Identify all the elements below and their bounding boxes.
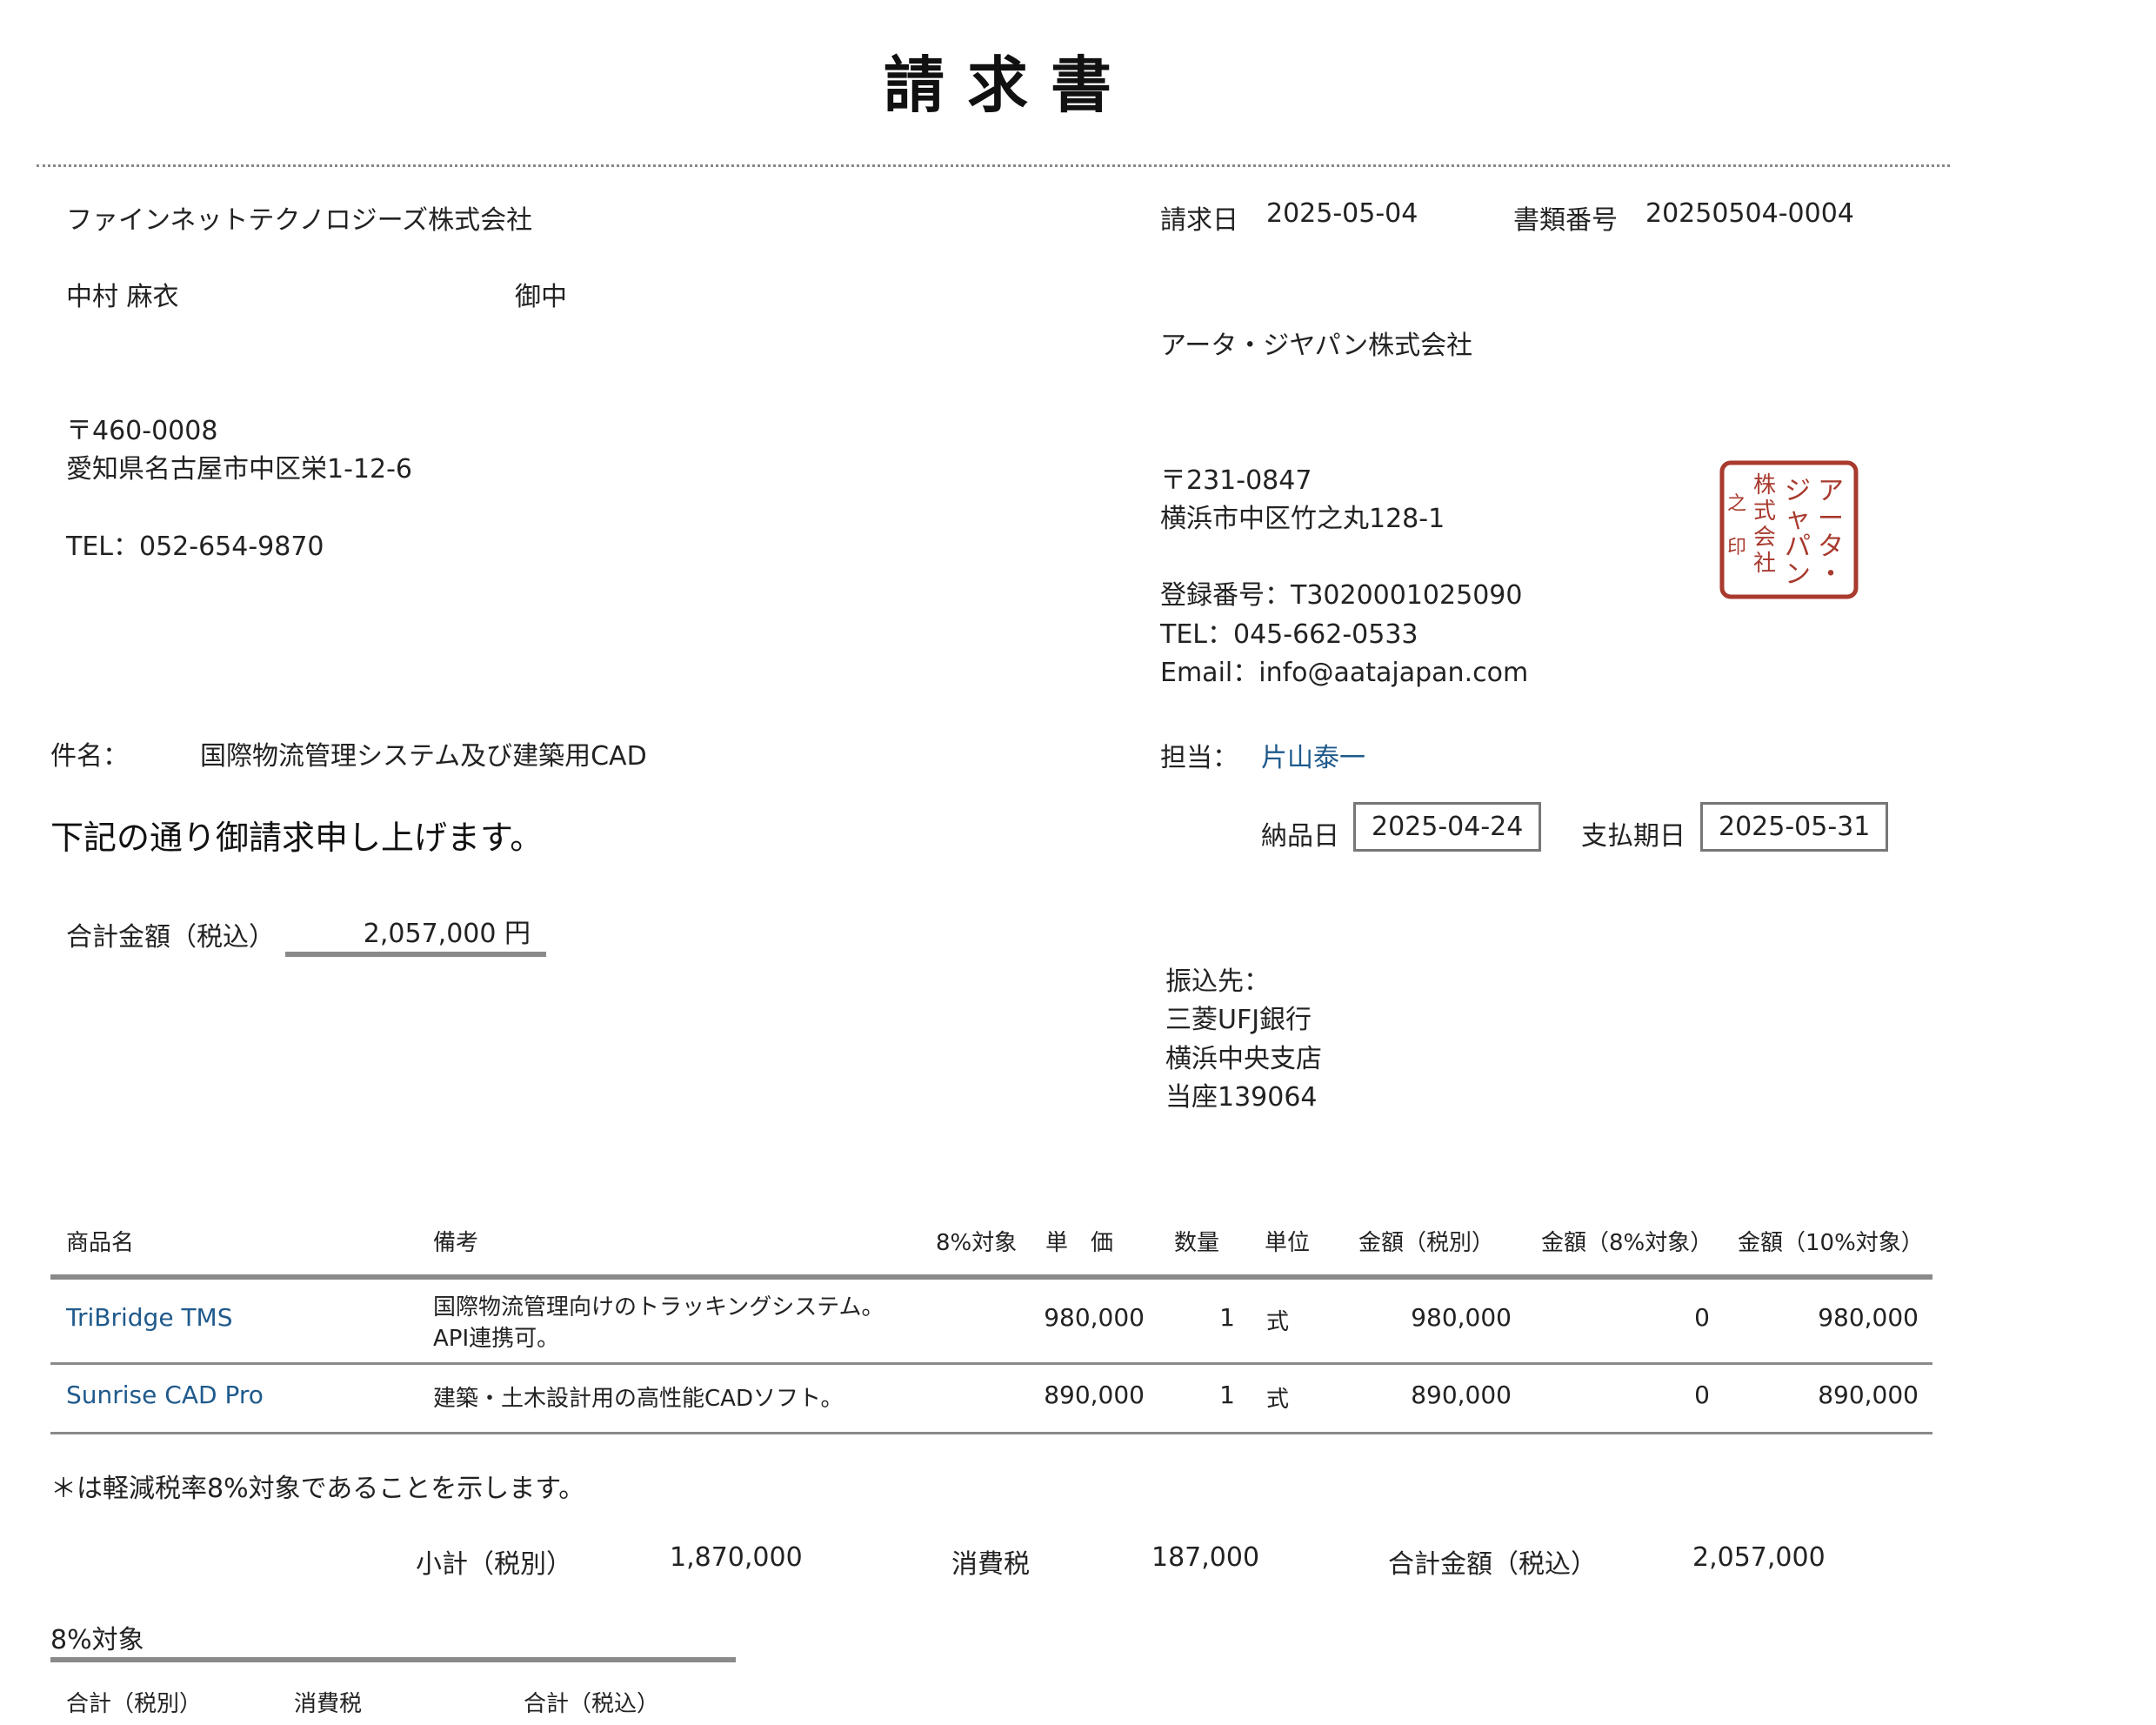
row2-amount: 890,000 — [1411, 1381, 1512, 1409]
svg-text:タ: タ — [1818, 532, 1844, 562]
row2-note-line1: 建築・土木設計用の高性能CADソフト。 — [433, 1386, 844, 1412]
col-header-unit: 単位 — [1265, 1230, 1311, 1256]
col-header-note: 備考 — [433, 1230, 479, 1256]
summary-total-value: 2,057,000 — [1692, 1542, 1826, 1573]
col-header-amount8: 金額（8%対象） — [1541, 1230, 1713, 1256]
svg-text:ン: ン — [1785, 559, 1811, 590]
svg-text:パ: パ — [1785, 532, 1811, 562]
svg-text:ャ: ャ — [1785, 504, 1811, 534]
row1-note-line2: API連携可。 — [433, 1326, 560, 1352]
eight-col-total: 合計（税込） — [524, 1691, 660, 1717]
col-header-name: 商品名 — [66, 1230, 135, 1256]
subtotal-label: 小計（税別） — [416, 1549, 572, 1580]
invoice-message: 下記の通り御請求申し上げます。 — [50, 819, 544, 857]
bank-branch: 横浜中央支店 — [1165, 1044, 1322, 1074]
col-header-price: 単 価 — [1045, 1230, 1114, 1256]
row1-amount10: 980,000 — [1818, 1303, 1919, 1332]
issuer-tel: TEL：045-662-0533 — [1160, 619, 1418, 650]
eight-percent-underline — [50, 1657, 736, 1662]
row2-rule — [50, 1432, 1932, 1434]
row1-unit: 式 — [1266, 1309, 1290, 1335]
recipient-tel: TEL：052-654-9870 — [66, 532, 324, 562]
row1-amount: 980,000 — [1411, 1303, 1512, 1332]
reduced-tax-footnote: ＊は軽減税率8%対象であることを示します。 — [50, 1474, 585, 1504]
bank-account: 当座139064 — [1165, 1082, 1318, 1113]
document-title: 請求書 — [884, 50, 1134, 121]
row1-price: 980,000 — [1044, 1303, 1145, 1332]
row2-amount8: 0 — [1694, 1381, 1710, 1409]
delivery-date-box: 2025-04-24 — [1353, 802, 1542, 852]
svg-text:之: 之 — [1727, 493, 1746, 515]
eight-percent-title: 8%対象 — [50, 1625, 144, 1655]
row2-price: 890,000 — [1044, 1381, 1145, 1409]
col-header-qty: 数量 — [1174, 1230, 1220, 1256]
subtotal-value: 1,870,000 — [670, 1542, 803, 1573]
recipient-honorific: 御中 — [515, 282, 567, 312]
issuer-email: Email：info@aatajapan.com — [1160, 658, 1529, 688]
total-label: 合計金額（税込） — [66, 922, 275, 953]
recipient-person: 中村 麻衣 — [66, 282, 179, 312]
total-value: 2,057,000 円 — [363, 919, 531, 949]
issuer-company: アータ・ジヤパン株式会社 — [1160, 331, 1473, 361]
col-header-amount: 金額（税別） — [1358, 1230, 1495, 1256]
svg-text:株: 株 — [1753, 472, 1776, 498]
svg-text:ジ: ジ — [1785, 476, 1811, 506]
svg-text:会: 会 — [1753, 525, 1776, 551]
invoice-date-label: 請求日 — [1160, 205, 1238, 236]
tax-value: 187,000 — [1151, 1542, 1260, 1573]
issuer-postal: 〒231-0847 — [1160, 465, 1312, 496]
row1-product-name: TriBridge TMS — [66, 1303, 233, 1332]
recipient-company: ファインネットテクノロジーズ株式会社 — [66, 205, 533, 236]
document-number-label: 書類番号 — [1513, 205, 1618, 236]
subject-value: 国際物流管理システム及び建築用CAD — [200, 741, 647, 772]
row1-qty: 1 — [1219, 1303, 1235, 1332]
bank-label: 振込先： — [1165, 966, 1270, 997]
eight-col-tax: 消費税 — [294, 1691, 363, 1717]
company-seal-stamp: ア ー タ ・ ジ ャ パ ン 株 式 会 社 之 印 — [1715, 456, 1863, 604]
issuer-registration: 登録番号：T3020001025090 — [1160, 580, 1523, 611]
invoice-date: 2025-05-04 — [1266, 198, 1418, 229]
row1-rule — [50, 1362, 1932, 1365]
svg-text:式: 式 — [1753, 498, 1776, 525]
due-date-box: 2025-05-31 — [1700, 802, 1889, 852]
summary-total-label: 合計金額（税込） — [1388, 1549, 1597, 1580]
col-header-amount10: 金額（10%対象） — [1738, 1230, 1924, 1256]
document-number: 20250504-0004 — [1645, 198, 1854, 229]
tax-label: 消費税 — [951, 1549, 1030, 1580]
row1-amount8: 0 — [1694, 1303, 1710, 1332]
col-header-eight: 8%対象 — [936, 1230, 1018, 1256]
table-header-rule — [50, 1274, 1932, 1280]
delivery-date-label: 納品日 — [1261, 821, 1339, 852]
svg-text:社: 社 — [1753, 551, 1776, 577]
title-divider — [37, 164, 1950, 167]
row2-qty: 1 — [1219, 1381, 1235, 1409]
eight-col-subtotal: 合計（税別） — [66, 1691, 203, 1717]
recipient-address: 愛知県名古屋市中区栄1-12-6 — [66, 454, 412, 485]
issuer-address: 横浜市中区竹之丸128-1 — [1160, 504, 1445, 534]
row2-product-name: Sunrise CAD Pro — [66, 1381, 264, 1409]
row2-amount10: 890,000 — [1818, 1381, 1919, 1409]
row2-unit: 式 — [1266, 1387, 1290, 1413]
subject-label: 件名： — [50, 741, 129, 772]
svg-text:ア: ア — [1818, 476, 1844, 506]
recipient-postal: 〒460-0008 — [66, 416, 218, 446]
bank-name: 三菱UFJ銀行 — [1165, 1005, 1312, 1035]
staff-label: 担当： — [1160, 743, 1238, 773]
row1-note-line1: 国際物流管理向けのトラッキングシステム。 — [433, 1294, 884, 1320]
staff-name: 片山泰一 — [1261, 743, 1365, 773]
total-underline — [285, 952, 546, 957]
svg-text:ー: ー — [1818, 504, 1844, 534]
due-date-label: 支払期日 — [1581, 821, 1685, 852]
svg-text:印: 印 — [1727, 537, 1746, 558]
svg-text:・: ・ — [1818, 559, 1844, 590]
